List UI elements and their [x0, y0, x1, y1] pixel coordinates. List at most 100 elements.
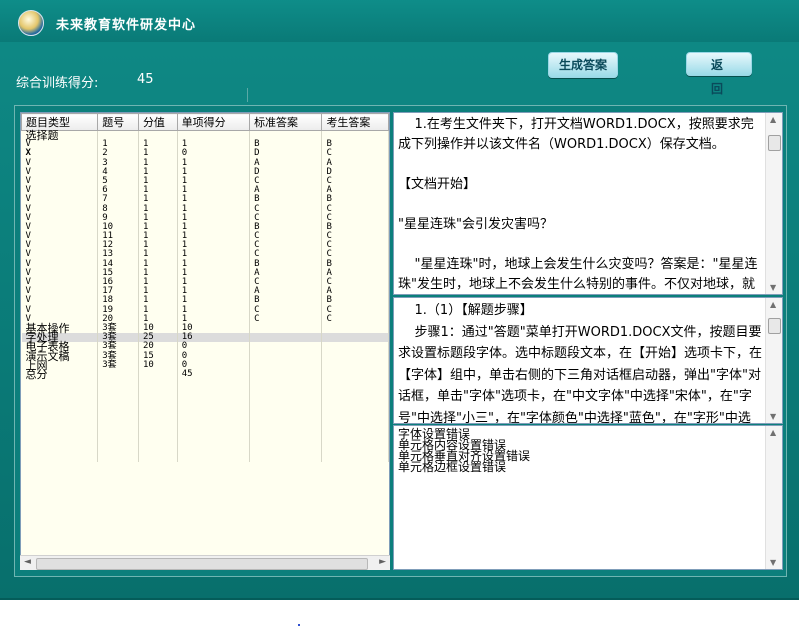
table-cell: A: [249, 268, 323, 278]
table-cell: 0: [177, 342, 251, 352]
scroll-thumb[interactable]: [36, 558, 368, 570]
solution-steps-panel[interactable]: 1.（1）【解题步骤】 步骤1：通过"答题"菜单打开WORD1.DOCX文件，按…: [393, 297, 783, 424]
table-row[interactable]: 字处理 3套 25 16: [21, 332, 389, 343]
table-cell: 1: [177, 204, 251, 214]
table-cell: 1: [177, 186, 251, 196]
table-cell: [249, 333, 323, 343]
table-row-section[interactable]: 选择题: [21, 130, 389, 141]
table-cell: C: [321, 305, 389, 315]
generate-answer-button[interactable]: 生成答案: [548, 52, 618, 78]
vertical-scrollbar[interactable]: ▲ ▼: [765, 113, 782, 294]
col-header-points[interactable]: 分值: [137, 113, 178, 131]
table-cell: C: [249, 277, 323, 288]
table-row[interactable]: V 12 1 1 C C: [21, 241, 389, 251]
table-row[interactable]: V 14 1 1 B B: [21, 259, 389, 269]
table-row[interactable]: V 19 1 1 C C: [21, 305, 389, 315]
table-cell: 1: [177, 231, 251, 242]
table-row[interactable]: V 11 1 1 C C: [21, 231, 389, 242]
table-cell: 45: [177, 369, 251, 380]
table-cell: 3套: [97, 360, 139, 370]
table-cell: V: [21, 241, 99, 251]
scroll-thumb[interactable]: [768, 318, 781, 334]
table-cell: V: [21, 186, 99, 196]
table-row[interactable]: V511CC: [21, 176, 389, 187]
vertical-scrollbar[interactable]: ▲ ▼: [765, 426, 782, 569]
table-row[interactable]: V711BB: [21, 195, 389, 205]
table-row[interactable]: V 17 1 1 A A: [21, 287, 389, 297]
scroll-left-icon[interactable]: ◄: [24, 557, 31, 567]
col-header-student-answer[interactable]: 考生答案: [321, 113, 389, 131]
table-cell: [249, 360, 323, 370]
table-row[interactable]: 演示文稿 3套 15 0: [21, 350, 389, 362]
table-cell: A: [249, 186, 323, 196]
empty-row: [21, 388, 389, 398]
table-row[interactable]: 上网 3套 10 0: [21, 360, 389, 371]
table-row[interactable]: X210DC: [21, 149, 389, 159]
question-text-panel[interactable]: 1.在考生文件夹下，打开文档WORD1.DOCX，按照要求完成下列操作并以该文件…: [393, 112, 783, 295]
table-cell: C: [249, 231, 323, 242]
scroll-down-icon[interactable]: ▼: [770, 283, 776, 292]
horizontal-scrollbar[interactable]: ◄ ►: [20, 555, 390, 570]
col-header-type[interactable]: 题目类型: [21, 113, 99, 131]
table-row[interactable]: 总分 45: [21, 369, 389, 380]
table-row[interactable]: V611AA: [21, 186, 389, 196]
table-cell: 1: [177, 259, 251, 269]
table-cell: 0: [177, 351, 251, 361]
table-row[interactable]: V311AA: [21, 158, 389, 168]
table-cell: 1: [177, 222, 251, 233]
table-cell: C: [321, 213, 389, 223]
back-button[interactable]: 返 回: [686, 52, 752, 96]
scroll-right-icon[interactable]: ►: [379, 557, 386, 567]
table-row[interactable]: V 10 1 1 B B: [21, 222, 389, 233]
table-row[interactable]: V 20 1 1 C C: [21, 314, 389, 324]
table-row[interactable]: V411DD: [21, 167, 389, 177]
table-cell: 1: [177, 140, 251, 150]
table-row[interactable]: V 15 1 1 A A: [21, 268, 389, 278]
scroll-up-icon[interactable]: ▲: [770, 300, 776, 309]
table-row[interactable]: V 13 1 1 C C: [21, 250, 389, 260]
table-cell: [321, 351, 389, 361]
table-row[interactable]: V111BB: [21, 140, 389, 150]
table-header-row: 题目类型 题号 分值 单项得分 标准答案 考生答案: [21, 113, 389, 131]
table-row[interactable]: V 16 1 1 C C: [21, 277, 389, 288]
col-header-number[interactable]: 题号: [97, 113, 139, 131]
error-list-panel[interactable]: 字体设置错误 单元格内容设置错误 单元格垂直对齐设置错误 单元格边框设置错误 ▲…: [393, 425, 783, 570]
table-cell: B: [249, 296, 323, 306]
scroll-down-icon[interactable]: ▼: [770, 412, 776, 421]
table-row[interactable]: V811CC: [21, 204, 389, 214]
table-cell: 1: [177, 241, 251, 251]
scroll-up-icon[interactable]: ▲: [770, 115, 776, 124]
main-window: 未来教育软件研发中心 综合训练得分: 45 生成答案 返 回 题目类型 题号 分…: [0, 0, 799, 600]
score-table[interactable]: 题目类型 题号 分值 单项得分 标准答案 考生答案 选择题 V111BBX210…: [20, 112, 390, 570]
section-label: 选择题: [21, 130, 99, 141]
table-cell: 1: [177, 250, 251, 260]
table-cell: V: [21, 195, 99, 205]
table-cell: V: [21, 277, 99, 288]
divider: [247, 88, 248, 102]
error-list-text: 字体设置错误 单元格内容设置错误 单元格垂直对齐设置错误 单元格边框设置错误: [398, 427, 531, 474]
col-header-standard-answer[interactable]: 标准答案: [249, 113, 323, 131]
table-cell: D: [321, 167, 389, 177]
table-cell: C: [249, 176, 323, 187]
title-bar: 未来教育软件研发中心: [0, 0, 799, 42]
table-cell: 1: [177, 167, 251, 177]
col-header-score[interactable]: 单项得分: [176, 113, 251, 131]
table-cell: 总分: [21, 369, 99, 380]
cursor-dot: [298, 624, 300, 626]
empty-row: [21, 415, 389, 425]
table-cell: C: [249, 204, 323, 214]
table-row[interactable]: V 18 1 1 B B: [21, 296, 389, 306]
table-row[interactable]: V911CC: [21, 213, 389, 223]
table-cell: A: [321, 268, 389, 278]
scroll-down-icon[interactable]: ▼: [770, 558, 776, 567]
table-cell: [321, 360, 389, 370]
table-row[interactable]: 基本操作 3套 10 10: [21, 323, 389, 334]
table-cell: C: [249, 241, 323, 251]
scroll-up-icon[interactable]: ▲: [770, 428, 776, 437]
scroll-thumb[interactable]: [768, 135, 781, 151]
table-cell: 1: [177, 287, 251, 297]
table-cell: 1: [177, 277, 251, 288]
vertical-scrollbar[interactable]: ▲ ▼: [765, 298, 782, 423]
table-cell: [249, 351, 323, 361]
table-row[interactable]: 电子表格 3套 20 0: [21, 341, 389, 352]
